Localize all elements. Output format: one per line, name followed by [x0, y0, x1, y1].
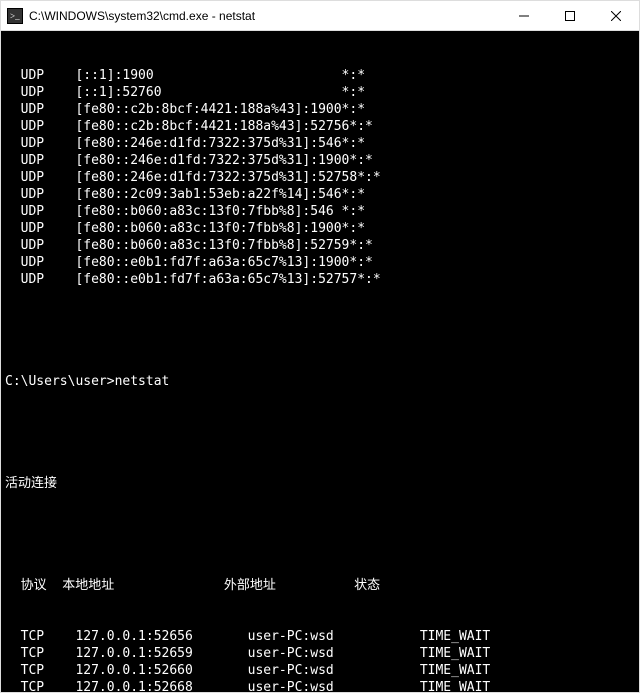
table-row: TCP 127.0.0.1:52656 user-PC:wsd TIME_WAI…	[5, 628, 635, 645]
terminal-output[interactable]: UDP [::1]:1900 *:* UDP [::1]:52760 *:* U…	[1, 31, 639, 692]
window-title: C:\WINDOWS\system32\cmd.exe - netstat	[29, 9, 501, 23]
table-header: 协议 本地地址 外部地址 状态	[5, 577, 635, 594]
table-row: TCP 127.0.0.1:52668 user-PC:wsd TIME_WAI…	[5, 679, 635, 692]
cmd-icon: >_	[7, 8, 23, 24]
table-row: UDP [fe80::b060:a83c:13f0:7fbb%8]:1900*:…	[5, 220, 635, 237]
table-row: UDP [fe80::246e:d1fd:7322:375d%31]:1900*…	[5, 152, 635, 169]
blank-line	[5, 424, 635, 441]
table-row: UDP [fe80::c2b:8bcf:4421:188a%43]:52756*…	[5, 118, 635, 135]
titlebar[interactable]: >_ C:\WINDOWS\system32\cmd.exe - netstat	[1, 1, 639, 31]
svg-text:>_: >_	[10, 11, 20, 21]
close-button[interactable]	[593, 1, 639, 30]
udp-table: UDP [::1]:1900 *:* UDP [::1]:52760 *:* U…	[5, 67, 635, 288]
active-connections-label: 活动连接	[5, 475, 635, 492]
blank-line	[5, 322, 635, 339]
table-row: UDP [::1]:1900 *:*	[5, 67, 635, 84]
tcp-table: TCP 127.0.0.1:52656 user-PC:wsd TIME_WAI…	[5, 628, 635, 692]
table-row: UDP [fe80::e0b1:fd7f:a63a:65c7%13]:52757…	[5, 271, 635, 288]
table-row: UDP [fe80::2c09:3ab1:53eb:a22f%14]:546*:…	[5, 186, 635, 203]
cmd-window: >_ C:\WINDOWS\system32\cmd.exe - netstat…	[0, 0, 640, 693]
minimize-button[interactable]	[501, 1, 547, 30]
table-row: UDP [fe80::246e:d1fd:7322:375d%31]:546*:…	[5, 135, 635, 152]
table-row: UDP [fe80::b060:a83c:13f0:7fbb%8]:52759*…	[5, 237, 635, 254]
table-row: TCP 127.0.0.1:52659 user-PC:wsd TIME_WAI…	[5, 645, 635, 662]
maximize-button[interactable]	[547, 1, 593, 30]
table-row: UDP [fe80::e0b1:fd7f:a63a:65c7%13]:1900*…	[5, 254, 635, 271]
table-row: UDP [fe80::c2b:8bcf:4421:188a%43]:1900*:…	[5, 101, 635, 118]
table-row: TCP 127.0.0.1:52660 user-PC:wsd TIME_WAI…	[5, 662, 635, 679]
window-buttons	[501, 1, 639, 30]
table-row: UDP [fe80::246e:d1fd:7322:375d%31]:52758…	[5, 169, 635, 186]
table-row: UDP [fe80::b060:a83c:13f0:7fbb%8]:546 *:…	[5, 203, 635, 220]
blank-line	[5, 526, 635, 543]
table-row: UDP [::1]:52760 *:*	[5, 84, 635, 101]
prompt-line: C:\Users\user>netstat	[5, 373, 635, 390]
